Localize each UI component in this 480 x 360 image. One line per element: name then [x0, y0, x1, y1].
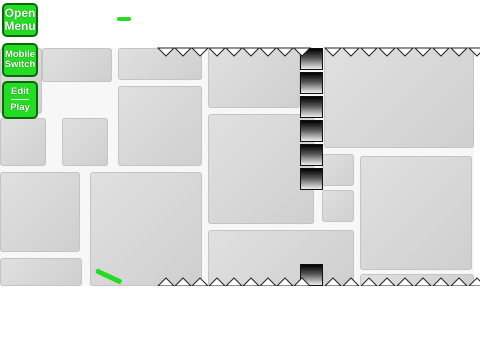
spike [413, 277, 433, 287]
floor-area [0, 286, 480, 360]
mobile-switch-label-2: Switch [4, 59, 36, 70]
spike [359, 277, 379, 287]
spike [190, 277, 210, 287]
spike [377, 277, 397, 287]
edit-play-button[interactable]: Edit Play [2, 81, 38, 119]
spike [341, 277, 361, 287]
spike [258, 277, 278, 287]
edit-label: Edit [11, 87, 29, 100]
play-label: Play [10, 102, 30, 113]
spike [395, 277, 415, 287]
spike [292, 277, 312, 287]
spike [173, 277, 193, 287]
spike [241, 277, 261, 287]
spike [156, 277, 176, 287]
spike [275, 277, 295, 287]
game-stage[interactable]: Open Menu Mobile Switch Edit Play [0, 0, 480, 360]
open-menu-button[interactable]: Open Menu [2, 3, 38, 37]
spike [431, 277, 451, 287]
spike [224, 277, 244, 287]
spike [323, 277, 343, 287]
green-marker [117, 17, 131, 21]
mobile-switch-button[interactable]: Mobile Switch [2, 43, 38, 77]
spike [467, 277, 480, 287]
spike [449, 277, 469, 287]
open-menu-label-2: Menu [4, 19, 36, 33]
spike [207, 277, 227, 287]
